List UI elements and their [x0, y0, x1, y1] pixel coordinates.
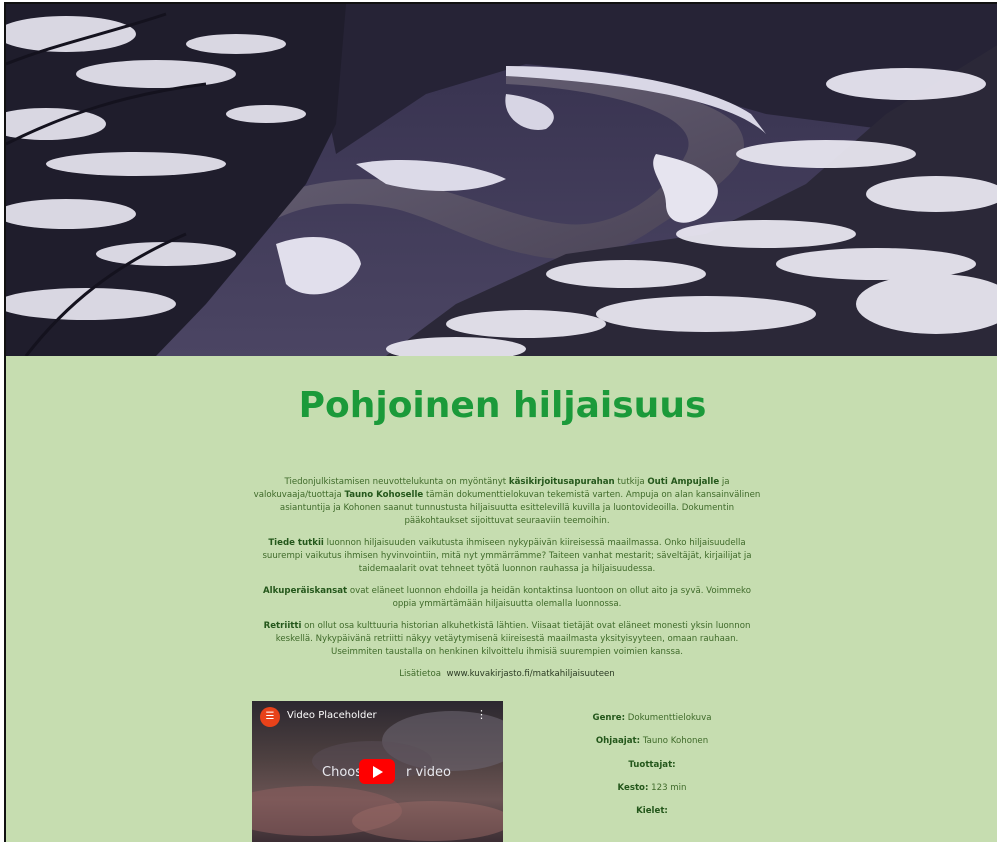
article-body: Tiedonjulkistamisen neuvottelukunta on m… — [252, 476, 762, 690]
more-info: Lisätietoa www.kuvakirjasto.fi/matkahilj… — [252, 668, 762, 681]
intro-bold-2: Outi Ampujalle — [647, 477, 720, 487]
theme-retreat-heading: Retriitti — [263, 621, 302, 631]
duration-row: Kesto: 123 min — [562, 783, 742, 806]
theme-retreat-text: on ollut osa kulttuuria historian alkuhe… — [275, 621, 751, 657]
intro-text-2: tutkija — [614, 477, 648, 487]
intro-paragraph: Tiedonjulkistamisen neuvottelukunta on m… — [252, 476, 762, 528]
more-info-label: Lisätietoa — [399, 669, 442, 679]
genre-row: Genre: Dokumenttielokuva — [562, 713, 742, 736]
kebab-menu-icon[interactable]: ⋮ — [476, 709, 487, 720]
intro-text-1: Tiedonjulkistamisen neuvottelukunta on m… — [284, 477, 509, 487]
producers-row: Tuottajat: — [562, 760, 742, 783]
directors-value: Tauno Kohonen — [640, 736, 709, 747]
languages-row: Kielet: — [562, 806, 742, 829]
page-title: Pohjoinen hiljaisuus — [298, 385, 707, 426]
duration-value: 123 min — [648, 782, 687, 793]
directors-row: Ohjaajat: Tauno Kohonen — [562, 736, 742, 759]
theme-retreat-paragraph: Retriitti on ollut osa kulttuuria histor… — [252, 620, 762, 659]
theme-science-heading: Tiede tutkii — [268, 538, 324, 548]
theme-indigenous-heading: Alkuperäiskansat — [263, 586, 348, 596]
video-title[interactable]: Video Placeholder — [287, 710, 377, 721]
more-info-link[interactable]: www.kuvakirjasto.fi/matkahiljaisuuteen — [447, 669, 615, 679]
hero-image — [6, 4, 997, 356]
page-frame: Pohjoinen hiljaisuus Tiedonjulkistamisen… — [4, 2, 997, 842]
duration-label: Kesto: — [617, 782, 649, 793]
intro-bold-1: käsikirjoitusapurahan — [508, 477, 615, 487]
producers-label: Tuottajat: — [628, 759, 676, 770]
theme-indigenous-text: ovat eläneet luonnon ehdoilla ja heidän … — [347, 586, 751, 609]
theme-science-text: luonnon hiljaisuuden vaikutusta ihmiseen… — [262, 538, 752, 574]
youtube-play-icon[interactable] — [359, 759, 395, 784]
video-prompt-left: Choos — [322, 765, 362, 780]
languages-label: Kielet: — [636, 806, 668, 817]
intro-bold-3: Tauno Kohoselle — [344, 490, 424, 500]
theme-indigenous-paragraph: Alkuperäiskansat ovat eläneet luonnon eh… — [252, 585, 762, 611]
theme-science-paragraph: Tiede tutkii luonnon hiljaisuuden vaikut… — [252, 537, 762, 576]
film-details: Genre: Dokumenttielokuva Ohjaajat: Tauno… — [562, 713, 742, 829]
directors-label: Ohjaajat: — [595, 736, 641, 747]
genre-label: Genre: — [592, 713, 626, 723]
elementor-logo-icon: ☰ — [260, 707, 280, 727]
video-prompt-right: r video — [406, 765, 451, 780]
video-player[interactable]: ☰ Video Placeholder ⋮ Choos r video — [252, 701, 503, 842]
genre-value: Dokumenttielokuva — [625, 713, 712, 723]
